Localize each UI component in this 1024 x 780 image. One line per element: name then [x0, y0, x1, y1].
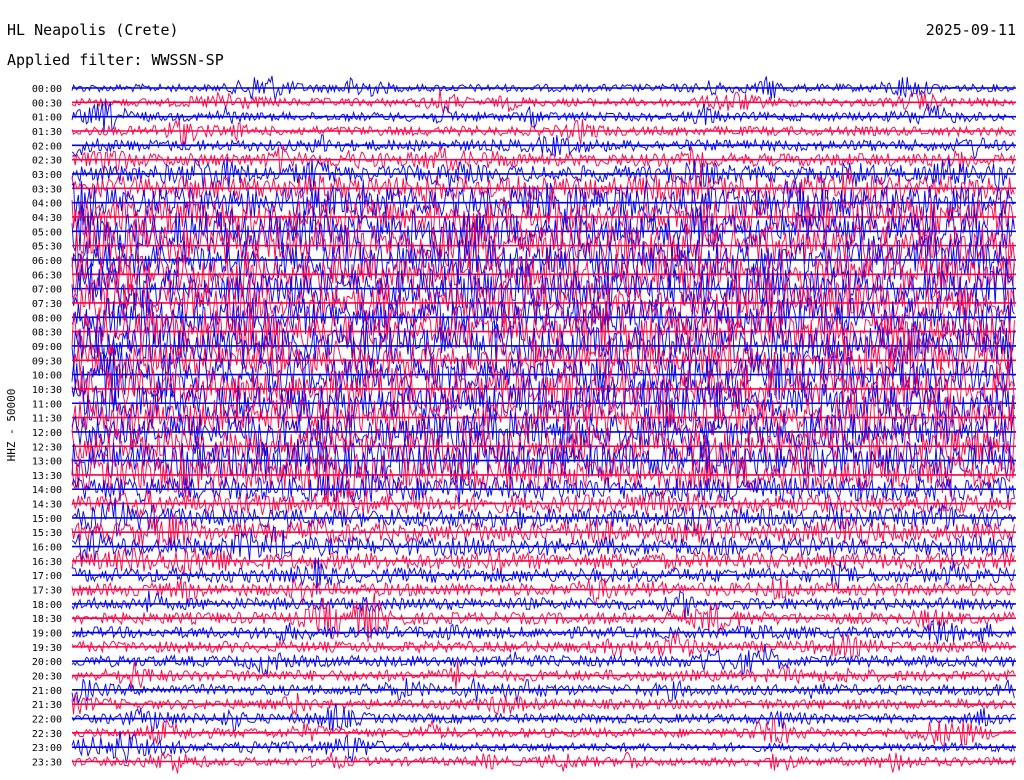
row-time-label: 12:30: [32, 442, 62, 453]
row-time-label: 15:30: [32, 528, 62, 539]
row-time-label: 22:00: [32, 715, 62, 726]
row-time-label: 00:30: [32, 98, 62, 109]
row-time-label: 23:00: [32, 743, 62, 754]
row-time-label: 00:00: [32, 84, 62, 95]
row-time-label: 19:30: [32, 643, 62, 654]
row-time-label: 05:00: [32, 227, 62, 238]
row-time-label: 13:00: [32, 457, 62, 468]
row-time-label: 06:00: [32, 256, 62, 267]
row-time-label: 02:30: [32, 156, 62, 167]
row-time-label: 04:00: [32, 199, 62, 210]
row-time-label: 16:30: [32, 557, 62, 568]
row-time-label: 10:30: [32, 385, 62, 396]
row-time-label: 09:00: [32, 342, 62, 353]
row-time-label: 10:00: [32, 371, 62, 382]
row-label-group: 00:00 00:30 01:00 01:30 02:00 02:30 03:00 03:30…: [32, 84, 62, 769]
row-time-label: 21:30: [32, 700, 62, 711]
trace-line: [71, 660, 1015, 689]
row-time-label: 09:30: [32, 356, 62, 367]
row-time-label: 20:30: [32, 672, 62, 683]
row-time-label: 22:30: [32, 729, 62, 740]
row-time-label: 15:00: [32, 514, 62, 525]
row-time-label: 08:00: [32, 313, 62, 324]
row-time-label: 16:00: [32, 543, 62, 554]
row-time-label: 08:30: [32, 328, 62, 339]
row-time-label: 23:30: [32, 758, 62, 769]
row-time-label: 18:30: [32, 614, 62, 625]
row-time-label: 12:00: [32, 428, 62, 439]
row-time-label: 05:30: [32, 242, 62, 253]
trace-line: [71, 751, 1015, 774]
row-time-label: 03:00: [32, 170, 62, 181]
row-time-label: 14:30: [32, 500, 62, 511]
row-time-label: 17:30: [32, 586, 62, 597]
row-time-label: 20:00: [32, 657, 62, 668]
helicorder-plot: 00:00 00:30 01:00 01:30 02:00 02:30 03:00 03:30…: [5, 75, 1016, 774]
row-time-label: 07:30: [32, 299, 62, 310]
trace-line: [71, 678, 1015, 704]
row-time-label: 18:00: [32, 600, 62, 611]
row-time-label: 13:30: [32, 471, 62, 482]
row-time-label: 01:00: [32, 113, 62, 124]
row-time-label: 14:00: [32, 485, 62, 496]
row-time-label: 11:30: [32, 414, 62, 425]
row-time-label: 17:00: [32, 571, 62, 582]
row-time-label: 11:00: [32, 399, 62, 410]
row-time-label: 01:30: [32, 127, 62, 138]
row-time-label: 03:30: [32, 184, 62, 195]
trace-line: [71, 89, 1015, 113]
row-time-label: 04:30: [32, 213, 62, 224]
row-time-label: 02:00: [32, 141, 62, 152]
row-time-label: 07:00: [32, 285, 62, 296]
trace-group: [71, 75, 1016, 774]
trace-line: [71, 577, 1015, 606]
row-time-label: 19:00: [32, 629, 62, 640]
row-time-label: 06:30: [32, 270, 62, 281]
row-time-label: 21:00: [32, 686, 62, 697]
channel-label: HHZ - 50000: [5, 389, 18, 462]
